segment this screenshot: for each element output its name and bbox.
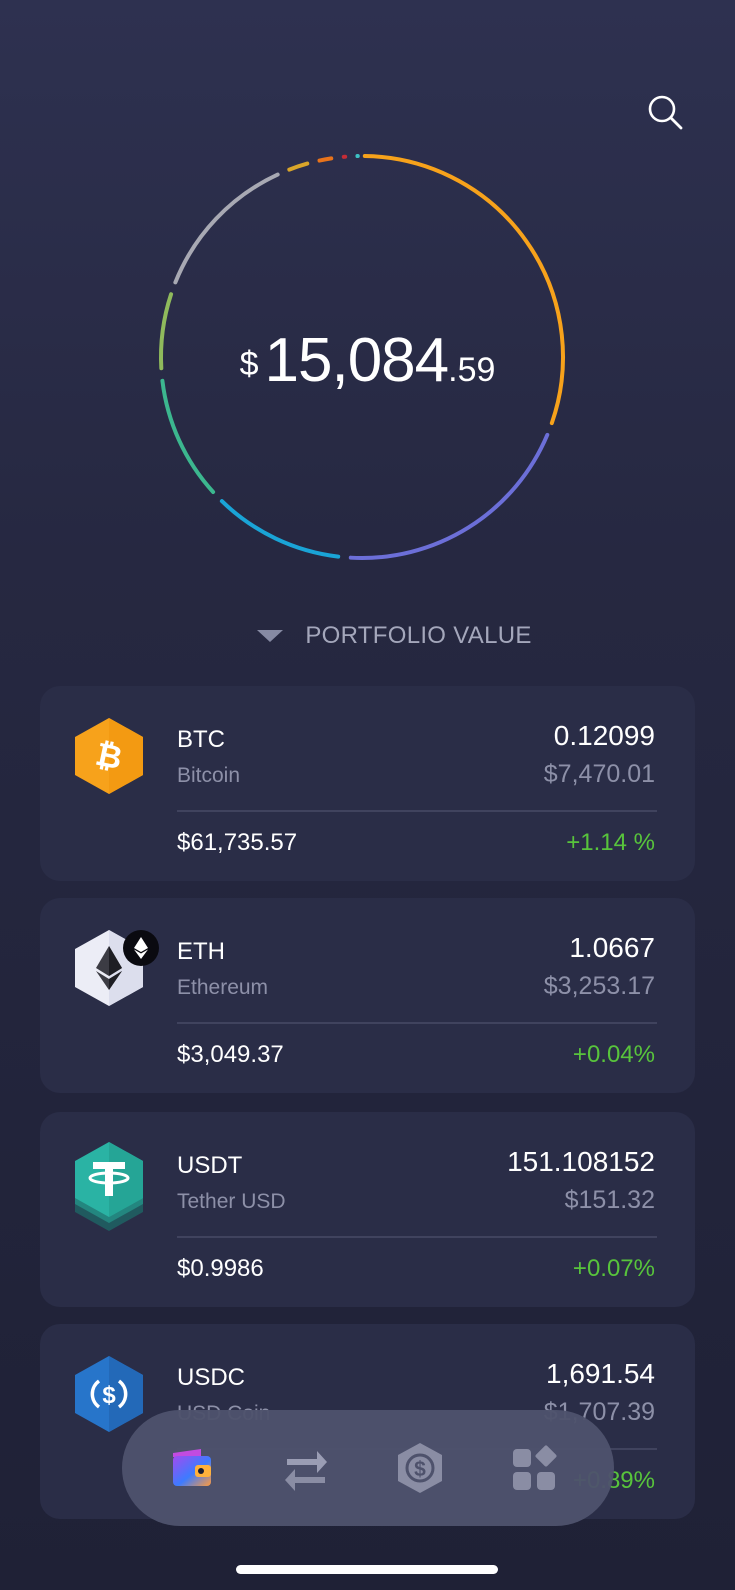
asset-symbol: ETH — [177, 938, 225, 965]
asset-symbol: USDT — [177, 1152, 243, 1179]
asset-value: $7,470.01 — [543, 760, 655, 788]
ring-segment — [219, 499, 341, 559]
asset-value: $151.32 — [564, 1186, 655, 1214]
tab-wallet[interactable] — [162, 1438, 222, 1498]
asset-price: $61,735.57 — [177, 829, 298, 856]
asset-card-btc[interactable]: ₿ BTC Bitcoin 0.12099 $7,470.01 $61,735.… — [40, 686, 695, 881]
dollar-hexagon-icon: $ — [398, 1443, 442, 1493]
portfolio-ring — [158, 154, 565, 561]
portfolio-value-row: PORTFOLIO VALUE — [0, 622, 735, 650]
asset-amount: 1,691.54 — [546, 1358, 655, 1389]
card-divider — [177, 1022, 657, 1024]
total-decimal: .59 — [448, 351, 496, 389]
portfolio-total: $15,084.59 — [0, 325, 735, 396]
asset-price: $0.9986 — [177, 1255, 264, 1282]
caret-down-icon — [257, 630, 284, 642]
asset-name: Bitcoin — [177, 764, 241, 787]
tab-exchange[interactable] — [276, 1438, 336, 1498]
ring-segment — [173, 172, 280, 285]
asset-change: +0.04% — [572, 1041, 655, 1068]
asset-change: +0.07% — [572, 1255, 655, 1282]
portfolio-value-toggle[interactable]: PORTFOLIO VALUE — [257, 622, 531, 650]
total-integer: 15,084 — [264, 326, 450, 395]
apps-grid-icon — [513, 1445, 557, 1490]
asset-card-usdt[interactable]: USDT Tether USD 151.108152 $151.32 $0.99… — [40, 1112, 695, 1307]
asset-card-eth[interactable]: ETH Ethereum 1.0667 $3,253.17 $3,049.37 … — [40, 898, 695, 1093]
bitcoin-icon: ₿ — [75, 718, 143, 794]
portfolio-chart[interactable] — [0, 0, 735, 600]
ring-segment — [287, 161, 310, 172]
asset-amount: 0.12099 — [553, 720, 655, 751]
ring-segment — [348, 432, 550, 561]
currency-symbol: $ — [239, 345, 259, 383]
bottom-tab-bar: $ — [122, 1410, 614, 1526]
asset-symbol: USDC — [177, 1364, 246, 1391]
asset-change: +1.14 % — [566, 829, 655, 856]
wallet-icon — [173, 1449, 211, 1486]
tab-earn[interactable]: $ — [390, 1438, 450, 1498]
home-indicator — [236, 1565, 498, 1574]
svg-text:$: $ — [102, 1382, 116, 1409]
card-divider — [177, 1236, 657, 1238]
usdc-icon: $ — [75, 1356, 143, 1432]
ring-segment — [317, 156, 334, 163]
svg-text:$: $ — [414, 1458, 426, 1481]
asset-name: Tether USD — [177, 1190, 286, 1213]
tab-apps[interactable] — [504, 1438, 564, 1498]
portfolio-value-label: PORTFOLIO VALUE — [305, 622, 532, 649]
ring-segment — [160, 378, 216, 495]
tether-icon — [75, 1142, 143, 1231]
asset-amount: 1.0667 — [569, 932, 655, 963]
asset-name: Ethereum — [177, 976, 269, 999]
asset-value: $3,253.17 — [543, 972, 655, 1000]
swap-arrows-icon — [285, 1451, 327, 1491]
card-divider — [177, 810, 657, 812]
asset-price: $3,049.37 — [177, 1041, 284, 1068]
asset-symbol: BTC — [177, 726, 225, 753]
asset-amount: 151.108152 — [507, 1146, 655, 1177]
ethereum-network-badge-icon — [123, 930, 159, 966]
